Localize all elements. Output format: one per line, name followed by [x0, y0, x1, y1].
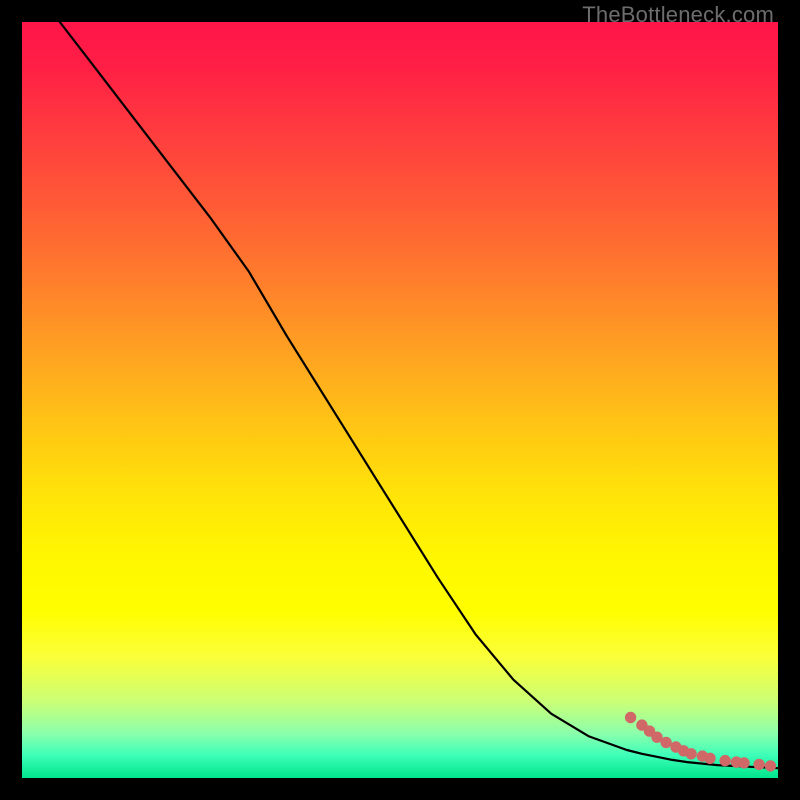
data-dot	[765, 761, 775, 771]
data-dots-group	[625, 712, 775, 771]
data-dot	[625, 712, 635, 722]
data-dot	[739, 758, 749, 768]
bottleneck-curve	[60, 22, 778, 768]
data-dot	[652, 732, 662, 742]
data-dot	[754, 759, 764, 769]
chart-stage: TheBottleneck.com	[0, 0, 800, 800]
chart-overlay-svg	[22, 22, 778, 778]
chart-plot-area	[22, 22, 778, 778]
data-dot	[705, 753, 715, 763]
data-dot	[720, 755, 730, 765]
data-dot	[661, 737, 671, 747]
data-dot	[686, 749, 696, 759]
